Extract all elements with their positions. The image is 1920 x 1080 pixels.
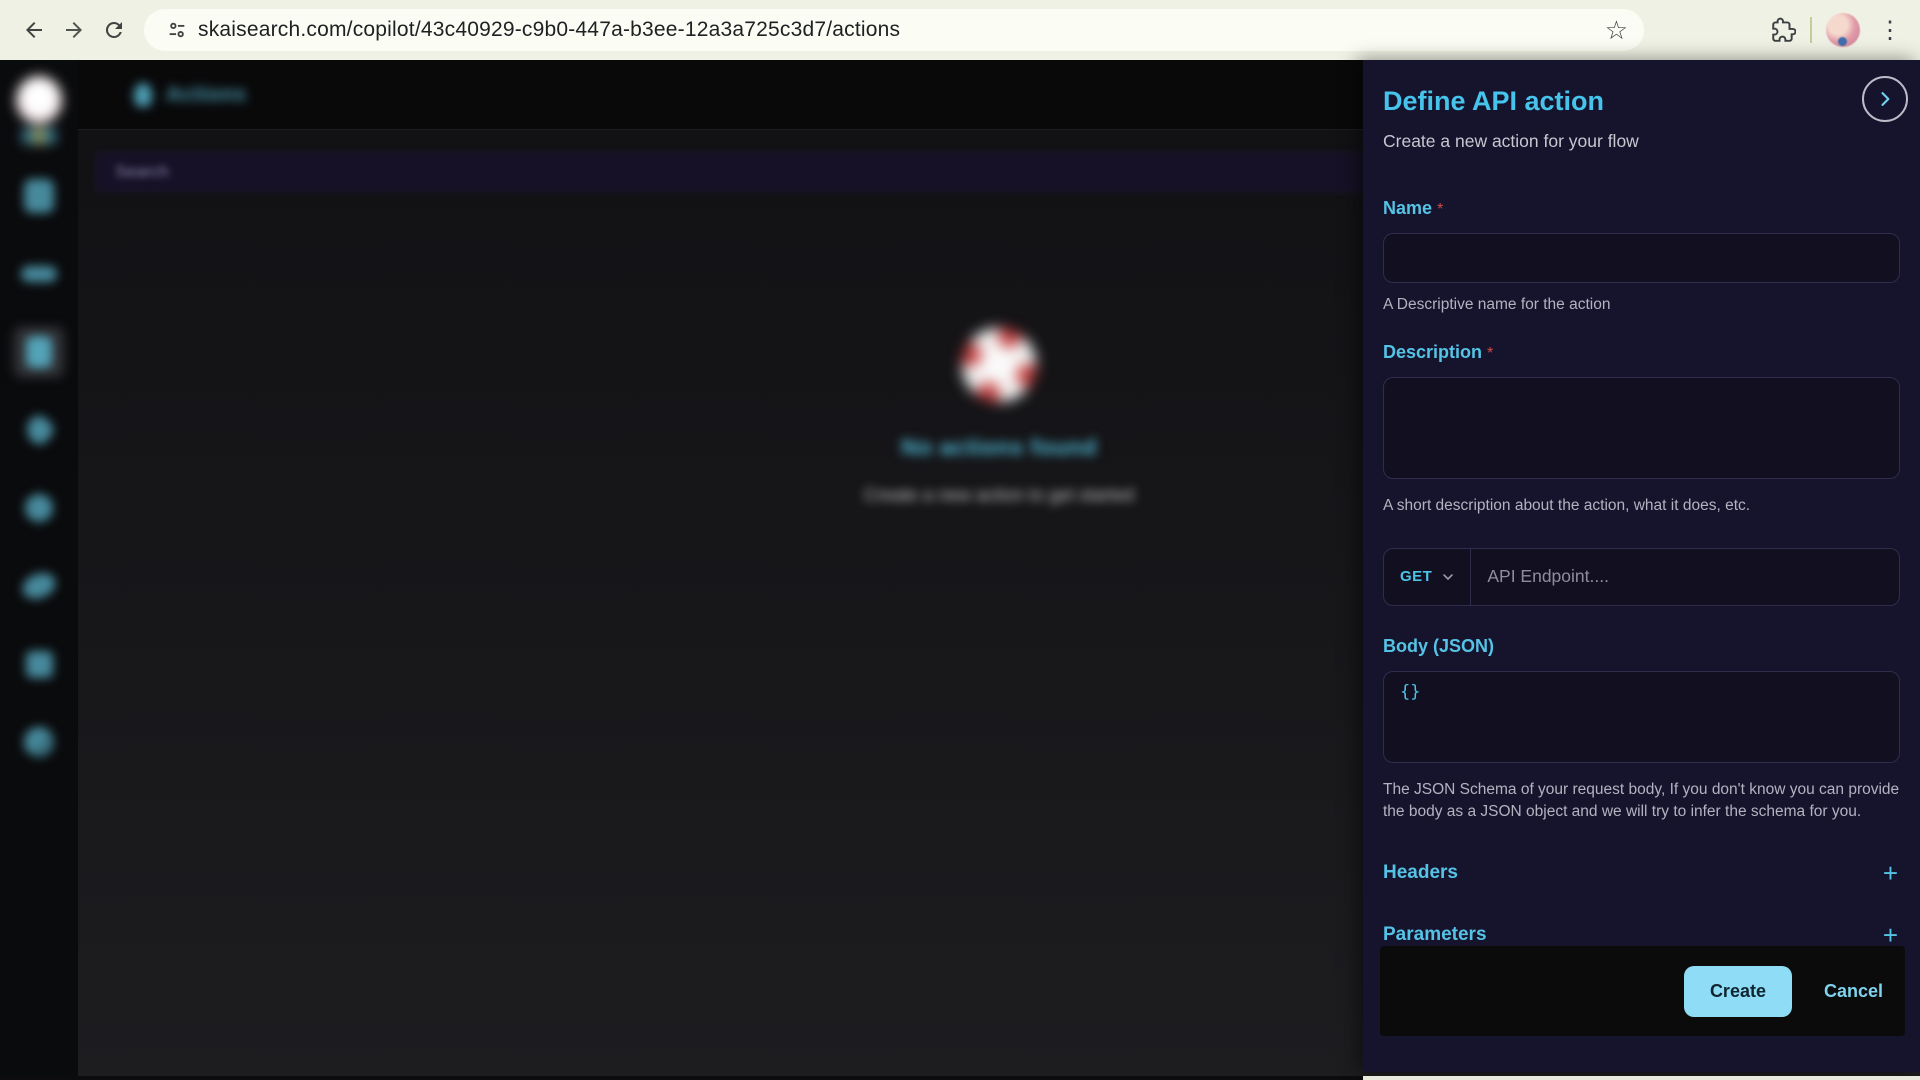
add-parameter-button[interactable]: +	[1881, 922, 1900, 948]
parameters-section[interactable]: Parameters +	[1383, 922, 1900, 948]
description-required-mark: *	[1487, 345, 1493, 362]
add-header-button[interactable]: +	[1881, 860, 1900, 886]
toolbar-separator	[1810, 17, 1812, 43]
http-method-value: GET	[1400, 568, 1432, 585]
description-label: Description	[1383, 342, 1482, 362]
bookmark-star-icon[interactable]: ☆	[1605, 15, 1628, 46]
tune-icon	[166, 19, 188, 41]
chevron-down-icon	[1440, 569, 1456, 585]
code-icon	[21, 266, 57, 282]
grid-icon	[26, 651, 53, 678]
sidebar-item-phone[interactable]	[13, 404, 65, 456]
name-helper-text: A Descriptive name for the action	[1383, 294, 1900, 316]
api-endpoint-input[interactable]	[1471, 549, 1899, 605]
reload-button[interactable]	[94, 10, 134, 50]
chevron-right-icon	[1875, 89, 1895, 109]
sidebar-item-actions[interactable]	[13, 326, 65, 378]
http-method-select[interactable]: GET	[1384, 549, 1471, 605]
back-icon	[22, 18, 46, 42]
key-icon	[19, 569, 60, 604]
bottom-edge-strip	[1363, 1076, 1920, 1080]
define-api-action-drawer: Define API action Create a new action fo…	[1363, 60, 1920, 1072]
phone-icon	[21, 412, 58, 449]
logo-orb	[16, 76, 62, 124]
description-field-group: Description * A short description about t…	[1383, 342, 1900, 517]
name-required-mark: *	[1437, 201, 1443, 218]
back-button[interactable]	[14, 10, 54, 50]
page-title: Actions	[166, 83, 247, 107]
body-json-input[interactable]: {}	[1383, 671, 1900, 763]
url-text: skaisearch.com/copilot/43c40929-c9b0-447…	[198, 18, 1593, 42]
chrome-actions: ⋮	[1770, 13, 1906, 47]
forward-icon	[62, 18, 86, 42]
url-bar[interactable]: skaisearch.com/copilot/43c40929-c9b0-447…	[144, 9, 1644, 51]
sidebar-item-code[interactable]	[13, 248, 65, 300]
search-placeholder: Search	[115, 162, 169, 182]
application-window: skaisearch.com/copilot/43c40929-c9b0-447…	[0, 0, 1920, 1080]
close-drawer-button[interactable]	[1862, 76, 1908, 122]
headers-label: Headers	[1383, 862, 1458, 884]
library-icon	[24, 179, 54, 213]
create-button[interactable]: Create	[1684, 966, 1792, 1017]
reload-icon	[102, 18, 126, 42]
drawer-subtitle: Create a new action for your flow	[1383, 131, 1900, 152]
world-icon	[24, 727, 54, 757]
extensions-icon[interactable]	[1770, 17, 1796, 43]
kebab-menu-icon[interactable]: ⋮	[1874, 16, 1906, 45]
endpoint-field-group: GET	[1383, 548, 1900, 606]
sidebar-item-world[interactable]	[13, 716, 65, 768]
name-field-group: Name * A Descriptive name for the action	[1383, 198, 1900, 316]
headers-section[interactable]: Headers +	[1383, 860, 1900, 886]
drawer-title: Define API action	[1383, 86, 1900, 117]
lifebuoy-icon	[962, 328, 1036, 402]
name-input[interactable]	[1383, 233, 1900, 283]
sidebar-item-library[interactable]	[13, 170, 65, 222]
actions-page-icon	[134, 83, 152, 107]
description-input[interactable]	[1383, 377, 1900, 479]
forward-button[interactable]	[54, 10, 94, 50]
browser-toolbar: skaisearch.com/copilot/43c40929-c9b0-447…	[0, 0, 1920, 60]
sidebar-nav	[13, 170, 65, 794]
profile-avatar[interactable]	[1826, 13, 1860, 47]
body-json-helper-text: The JSON Schema of your request body, If…	[1383, 779, 1900, 824]
parameters-label: Parameters	[1383, 924, 1487, 946]
body-json-label: Body (JSON)	[1383, 636, 1900, 657]
name-label: Name	[1383, 198, 1432, 218]
sidebar-item-key[interactable]	[13, 560, 65, 612]
app-logo[interactable]	[16, 76, 62, 144]
app-sidebar	[0, 60, 78, 1076]
actions-icon	[26, 336, 52, 368]
description-helper-text: A short description about the action, wh…	[1383, 495, 1900, 517]
sidebar-item-grid[interactable]	[13, 638, 65, 690]
cancel-button[interactable]: Cancel	[1824, 981, 1883, 1002]
empty-state-title: No actions found	[901, 434, 1097, 461]
empty-state: No actions found Create a new action to …	[759, 328, 1239, 506]
workspace: Actions Search No actions found Create a…	[0, 60, 1920, 1076]
empty-state-subtitle: Create a new action to get started	[864, 485, 1134, 506]
sidebar-item-globe[interactable]	[13, 482, 65, 534]
page-title-group: Actions	[134, 83, 247, 107]
drawer-footer: Create Cancel	[1380, 946, 1905, 1036]
logo-base	[22, 128, 56, 144]
globe-icon	[25, 494, 53, 522]
